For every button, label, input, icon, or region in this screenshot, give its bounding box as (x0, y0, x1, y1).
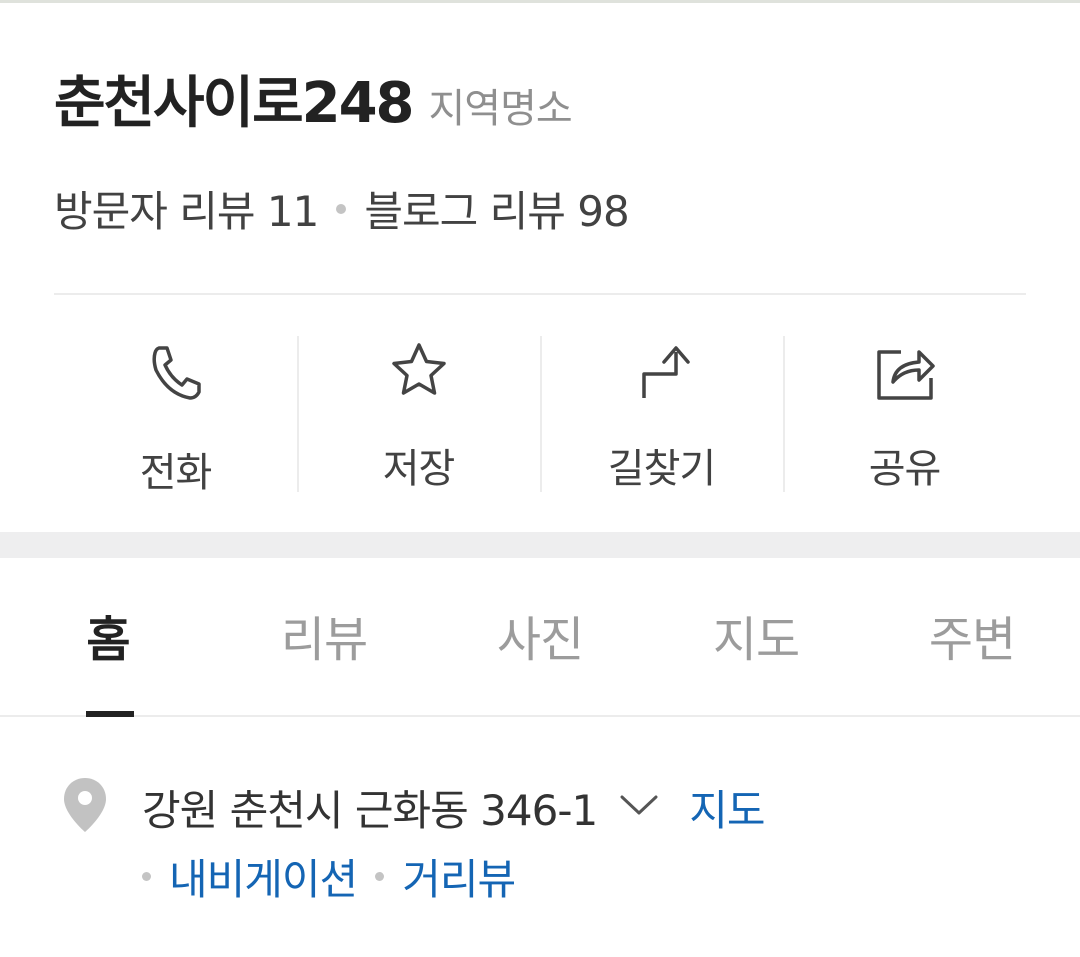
tab-home[interactable]: 홈 (0, 558, 216, 716)
place-name: 춘천사이로248 (54, 71, 414, 136)
map-link[interactable]: 지도 (689, 777, 765, 838)
address-text: 강원 춘천시 근화동 346-1 (142, 785, 598, 835)
visitor-reviews-link[interactable]: 방문자 리뷰 11 (54, 178, 319, 239)
phone-icon (146, 336, 206, 410)
active-tab-indicator (86, 711, 134, 717)
directions-button[interactable]: 길찾기 (540, 336, 783, 492)
tab-bar: 홈 리뷰 사진 지도 주변 (0, 558, 1080, 716)
blog-reviews-link[interactable]: 블로그 리뷰 98 (364, 178, 629, 239)
place-header: 춘천사이로248 지역명소 (54, 58, 573, 139)
separator-dot (375, 872, 385, 881)
action-bar: 전화 저장 길찾기 공유 (54, 336, 1026, 496)
call-label: 전화 (139, 450, 213, 496)
separator-dot (142, 872, 151, 881)
section-separator (0, 532, 1080, 558)
tab-reviews[interactable]: 리뷰 (216, 558, 432, 716)
directions-icon (632, 336, 692, 406)
place-category: 지역명소 (428, 86, 573, 132)
share-label: 공유 (868, 446, 942, 492)
chevron-down-icon[interactable] (619, 793, 659, 821)
top-image-strip (0, 0, 1080, 3)
separator-dot (336, 203, 347, 214)
header-divider (54, 293, 1026, 295)
directions-label: 길찾기 (607, 446, 716, 492)
tab-photos[interactable]: 사진 (432, 558, 648, 716)
navigation-link[interactable]: 내비게이션 (169, 846, 358, 907)
save-button[interactable]: 저장 (297, 336, 540, 492)
share-button[interactable]: 공유 (783, 336, 1026, 492)
tab-divider (0, 715, 1080, 717)
call-button[interactable]: 전화 (54, 336, 297, 496)
review-summary: 방문자 리뷰 11 블로그 리뷰 98 (54, 178, 630, 239)
address-links: 내비게이션 거리뷰 (142, 846, 516, 907)
share-icon (873, 336, 937, 406)
tab-map[interactable]: 지도 (648, 558, 864, 716)
street-view-link[interactable]: 거리뷰 (402, 846, 516, 907)
location-pin-icon (62, 776, 108, 838)
tab-nearby[interactable]: 주변 (864, 558, 1080, 716)
address-row: 강원 춘천시 근화동 346-1 지도 (62, 776, 766, 838)
star-icon (388, 336, 450, 406)
save-label: 저장 (382, 446, 456, 492)
